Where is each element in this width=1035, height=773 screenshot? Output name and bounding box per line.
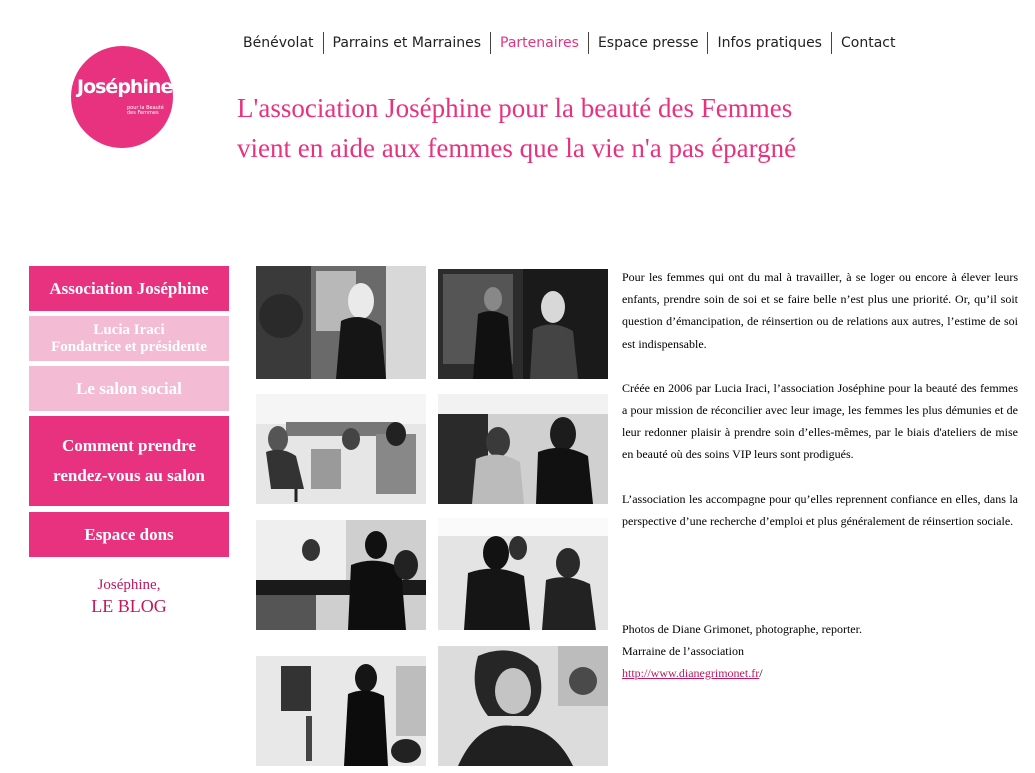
credits-link-row: http://www.dianegrimonet.fr/ bbox=[622, 662, 1018, 684]
nav-espace-presse[interactable]: Espace presse bbox=[589, 33, 708, 53]
sidebar-item-label: Espace dons bbox=[84, 524, 174, 544]
article-text: Pour les femmes qui ont du mal à travail… bbox=[622, 266, 1018, 554]
sidebar-item-label: Le salon social bbox=[76, 378, 182, 398]
photo-credits: Photos de Diane Grimonet, photographe, r… bbox=[622, 618, 1018, 684]
sidebar-item-espace-dons[interactable]: Espace dons bbox=[29, 512, 229, 557]
sidebar-item-lucia-iraci[interactable]: Lucia Iraci Fondatrice et présidente bbox=[29, 316, 229, 361]
nav-contact[interactable]: Contact bbox=[832, 33, 904, 53]
sidebar-item-label: Lucia Iraci bbox=[93, 321, 165, 338]
headline-line-1: L'association Joséphine pour la beauté d… bbox=[237, 93, 793, 123]
nav-benevolat[interactable]: Bénévolat bbox=[234, 33, 323, 53]
sidebar-item-label: Comment prendre bbox=[62, 436, 196, 455]
page-headline: L'association Joséphine pour la beauté d… bbox=[237, 88, 957, 168]
credits-line-2: Marraine de l’association bbox=[622, 644, 744, 658]
photo-woman-portrait bbox=[438, 646, 608, 766]
logo-wordmark: Joséphine bbox=[77, 76, 173, 98]
logo-tagline: pour la Beauté des Femmes bbox=[127, 105, 164, 116]
top-navigation: Bénévolat Parrains et Marraines Partenai… bbox=[234, 32, 904, 54]
headline-line-2: vient en aide aux femmes que la vie n'a … bbox=[237, 133, 797, 163]
photo-hairdressing-stations bbox=[256, 520, 426, 630]
photo-salon-terrace bbox=[256, 266, 426, 379]
photographer-website-link[interactable]: http://www.dianegrimonet.fr bbox=[622, 666, 759, 680]
nav-infos-pratiques[interactable]: Infos pratiques bbox=[708, 33, 831, 53]
photo-makeup-session bbox=[438, 394, 608, 504]
blog-link[interactable]: Joséphine, LE BLOG bbox=[29, 576, 229, 618]
sidebar-item-label: Association Joséphine bbox=[49, 278, 209, 298]
article-paragraph: Créée en 2006 par Lucia Iraci, l’associa… bbox=[622, 380, 1018, 462]
blog-link-line-2: LE BLOG bbox=[91, 596, 167, 616]
credits-link-suffix: / bbox=[759, 666, 763, 680]
sidebar-item-label: Fondatrice et présidente bbox=[51, 338, 207, 355]
nav-partenaires[interactable]: Partenaires bbox=[491, 33, 588, 53]
sidebar-item-rendez-vous[interactable]: Comment prendre rendez-vous au salon bbox=[29, 416, 229, 506]
article-paragraph: L’association les accompagne pour qu’ell… bbox=[622, 491, 1018, 528]
photo-hair-styling bbox=[438, 518, 608, 630]
blog-link-line-1: Joséphine, bbox=[97, 577, 161, 593]
photo-woman-salon-door bbox=[256, 656, 426, 766]
photo-two-women-mirror bbox=[438, 269, 608, 379]
sidebar-item-association[interactable]: Association Joséphine bbox=[29, 266, 229, 311]
photo-salon-chairs bbox=[256, 394, 426, 504]
article-paragraph: Pour les femmes qui ont du mal à travail… bbox=[622, 270, 1018, 351]
credits-line-1: Photos de Diane Grimonet, photographe, r… bbox=[622, 622, 862, 636]
sidebar-item-salon-social[interactable]: Le salon social bbox=[29, 366, 229, 411]
nav-parrains-marraines[interactable]: Parrains et Marraines bbox=[324, 33, 490, 53]
sidebar-item-label: rendez-vous au salon bbox=[53, 466, 205, 485]
josephine-logo[interactable]: Joséphine pour la Beauté des Femmes bbox=[71, 46, 173, 148]
